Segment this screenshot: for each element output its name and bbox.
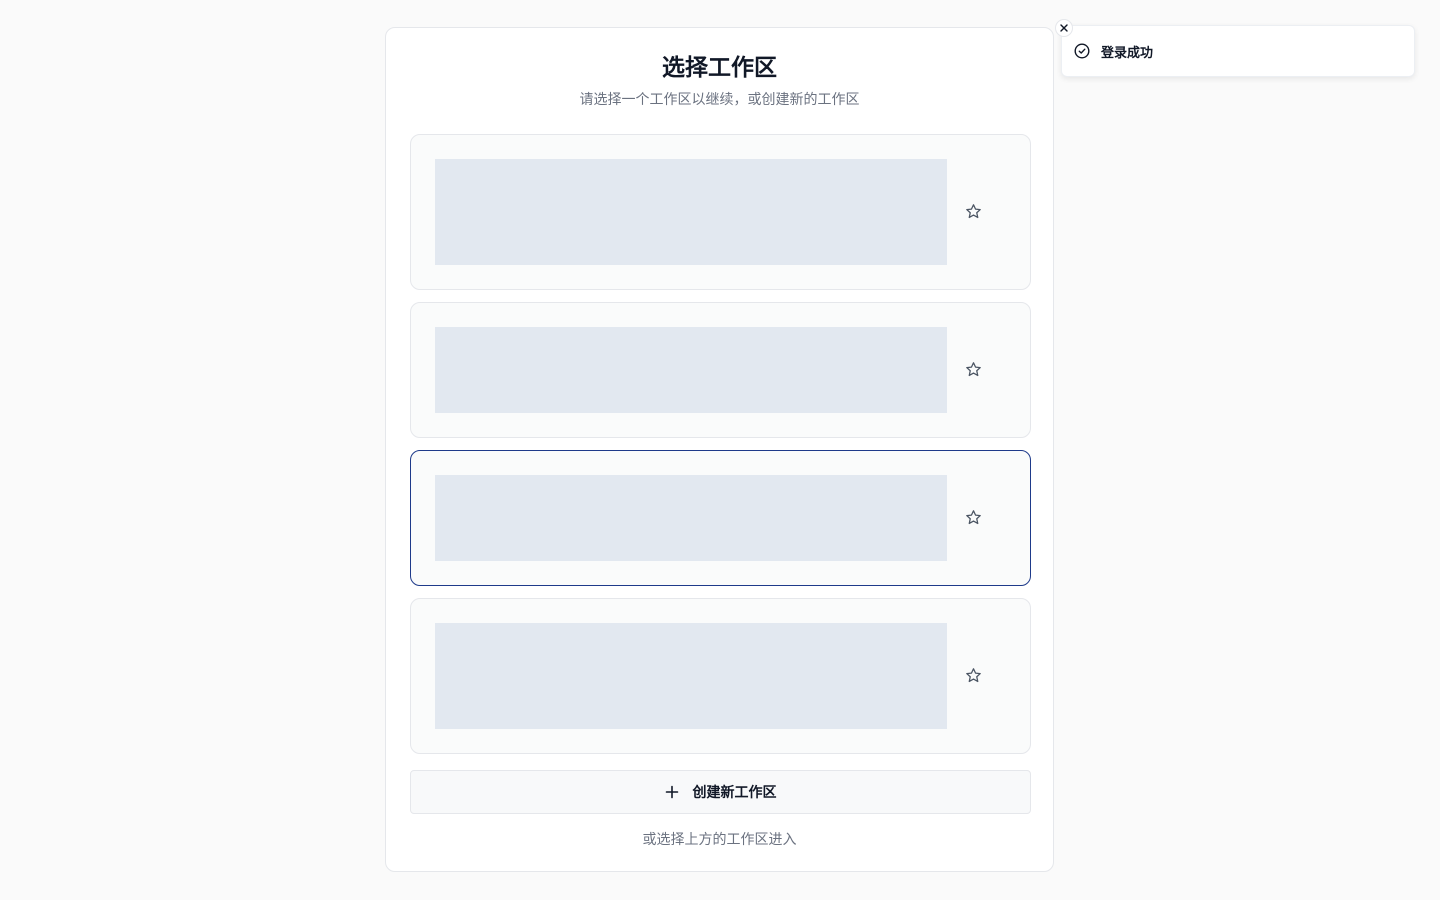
toast-message: 登录成功 [1101, 45, 1154, 61]
workspace-card-skeleton [435, 327, 947, 413]
plus-icon [665, 785, 679, 799]
toast-close-button[interactable] [1055, 19, 1073, 37]
hint-text: 或选择上方的工作区进入 [642, 832, 797, 848]
workspace-card-selected[interactable] [410, 450, 1031, 586]
page-subtitle: 请选择一个工作区以继续，或创建新的工作区 [579, 92, 860, 108]
close-icon [1060, 24, 1068, 32]
toast-notification: 登录成功 [1061, 25, 1415, 77]
workspace-card-skeleton [435, 623, 947, 729]
star-icon[interactable] [963, 359, 983, 379]
create-workspace-button[interactable]: 创建新工作区 [410, 770, 1031, 814]
workspace-card[interactable] [410, 302, 1031, 438]
create-workspace-label: 创建新工作区 [692, 785, 777, 801]
workspace-card[interactable] [410, 134, 1031, 290]
star-icon[interactable] [963, 201, 983, 221]
page-title: 选择工作区 [662, 55, 777, 81]
star-icon[interactable] [963, 507, 983, 527]
star-icon[interactable] [963, 665, 983, 685]
workspace-card-skeleton [435, 475, 947, 561]
check-circle-icon [1074, 43, 1090, 59]
workspace-selection-panel: 选择工作区 请选择一个工作区以继续，或创建新的工作区 创建新工作区 或选择上方的… [385, 27, 1054, 872]
workspace-card[interactable] [410, 598, 1031, 754]
workspace-card-skeleton [435, 159, 947, 265]
